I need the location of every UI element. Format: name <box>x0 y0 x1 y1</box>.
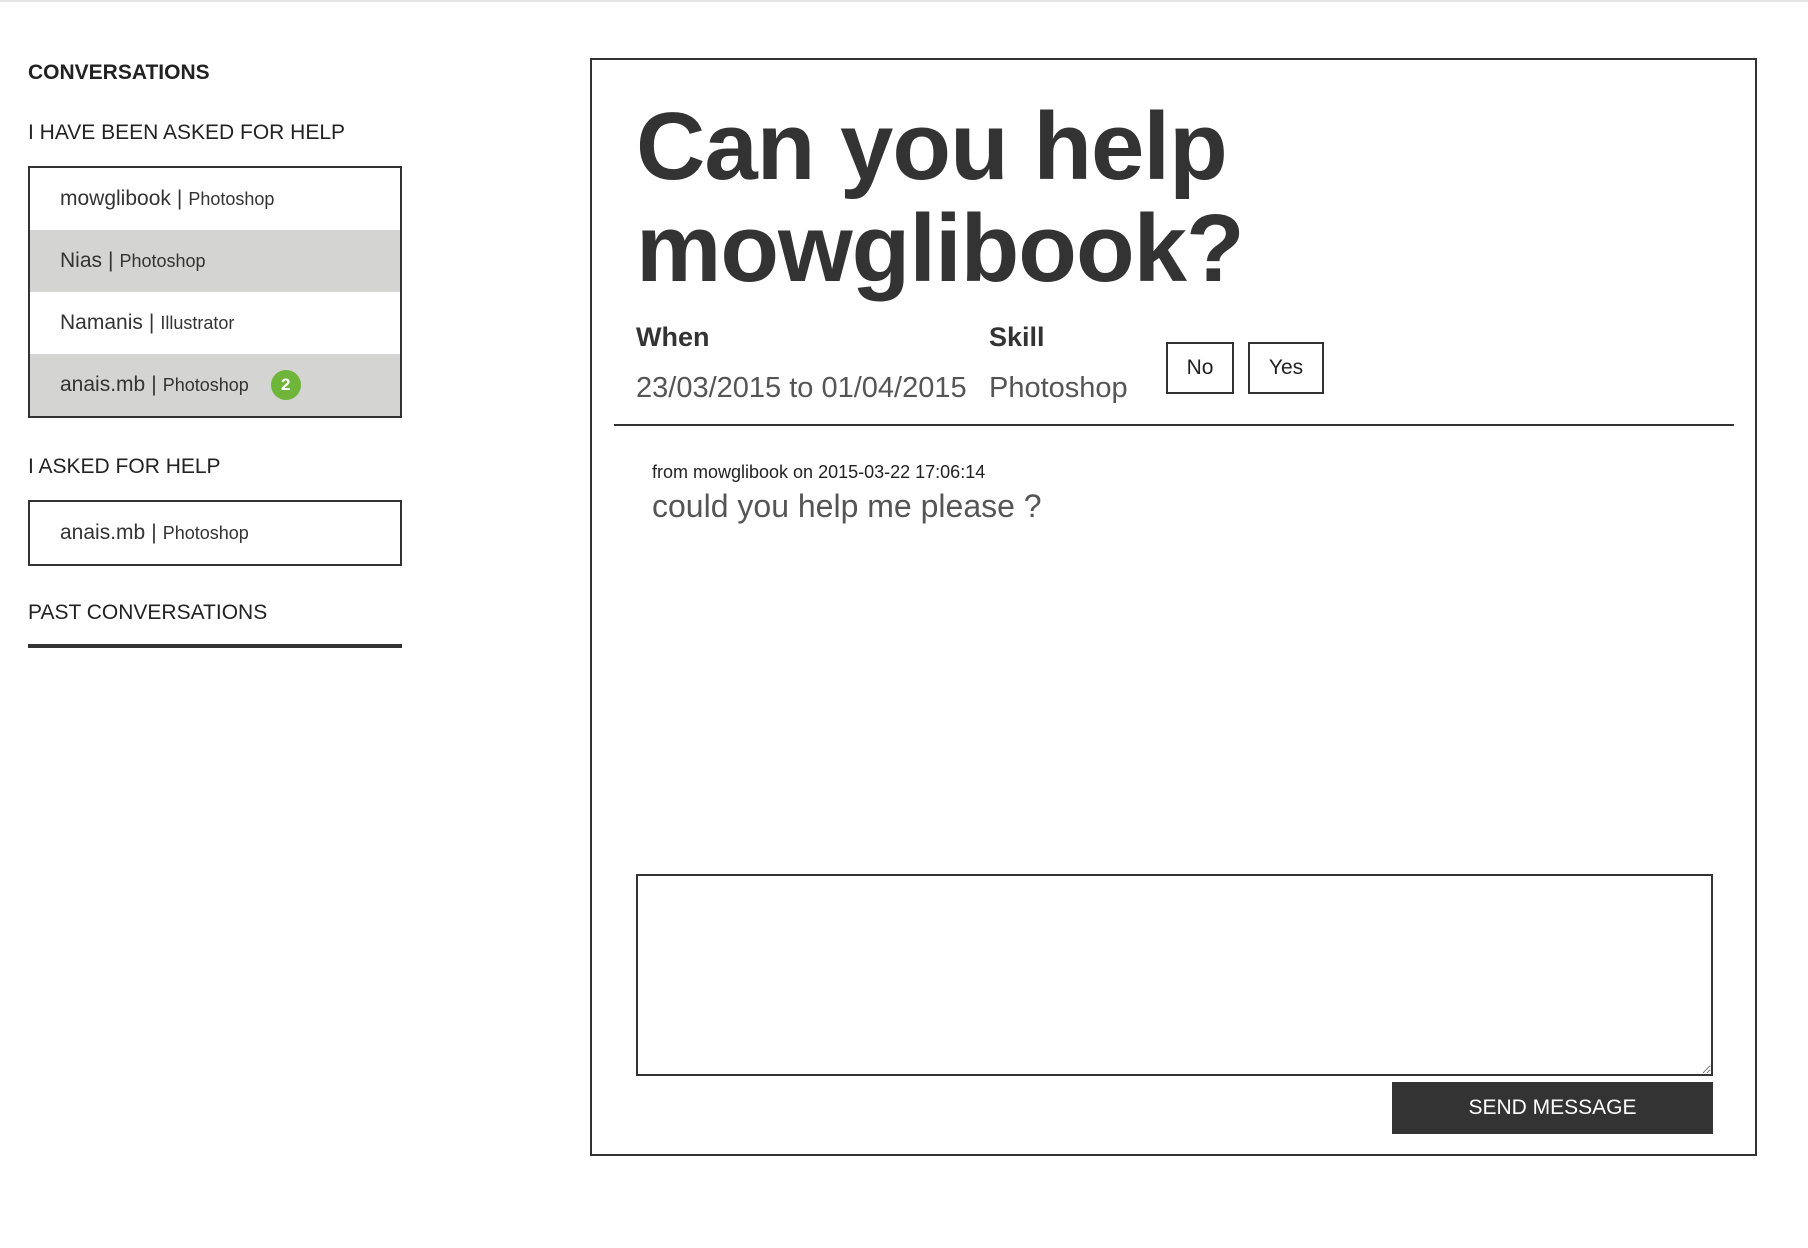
send-message-button[interactable]: SEND MESSAGE <box>1392 1082 1713 1134</box>
when-label: When <box>636 322 710 352</box>
conversation-user: Nias <box>60 249 103 272</box>
sidebar-title: CONVERSATIONS <box>28 61 210 84</box>
no-button[interactable]: No <box>1166 342 1234 394</box>
skill-label: Skill <box>989 322 1045 352</box>
conversation-separator: | <box>151 373 157 396</box>
header-divider <box>614 424 1734 426</box>
skill-value: Photoshop <box>989 372 1128 404</box>
conversation-skill: Photoshop <box>188 188 275 209</box>
top-border <box>0 0 1808 2</box>
conversation-skill: Photoshop <box>119 250 206 271</box>
conversation-separator: | <box>108 249 114 272</box>
conversation-separator: | <box>176 187 183 210</box>
conversation-item-anais-mb-asked[interactable]: anais.mb | Photoshop <box>30 502 400 564</box>
i-asked-list: anais.mb | Photoshop <box>28 500 402 566</box>
conversation-separator: | <box>151 521 157 544</box>
conversation-item-nias[interactable]: Nias | Photoshop <box>30 230 400 292</box>
unread-count-badge: 2 <box>270 370 301 400</box>
conversation-item-anais-mb[interactable]: anais.mb | Photoshop 2 <box>30 354 400 416</box>
asked-me-list: mowglibook | Photoshop Nias | Photoshop … <box>28 166 402 418</box>
i-asked-heading: I ASKED FOR HELP <box>28 455 221 478</box>
message-meta: from mowglibook on 2015-03-22 17:06:14 <box>652 462 986 482</box>
conversation-skill: Illustrator <box>160 312 235 333</box>
conversation-user: Namanis <box>60 311 143 334</box>
page-title: Can you help mowglibook? <box>636 93 1245 302</box>
conversation-separator: | <box>148 311 155 334</box>
yes-button[interactable]: Yes <box>1248 342 1324 394</box>
conversation-user: mowglibook <box>60 187 171 210</box>
conversation-user: anais.mb <box>60 373 146 396</box>
past-conversations-heading[interactable]: PAST CONVERSATIONS <box>28 598 402 628</box>
conversation-item-namanis[interactable]: Namanis | Illustrator <box>30 292 400 354</box>
past-conversations-underline <box>28 644 402 648</box>
when-value: 23/03/2015 to 01/04/2015 <box>636 372 967 404</box>
conversations-sidebar: CONVERSATIONS I HAVE BEEN ASKED FOR HELP… <box>28 58 402 648</box>
asked-me-heading: I HAVE BEEN ASKED FOR HELP <box>28 121 346 144</box>
conversation-panel: Can you help mowglibook? When 23/03/2015… <box>590 58 1757 1156</box>
conversation-skill: Photoshop <box>162 522 249 543</box>
conversation-user: anais.mb <box>60 521 146 544</box>
conversation-skill: Photoshop <box>162 374 249 395</box>
message-text: could you help me please ? <box>652 488 1042 524</box>
conversation-item-mowglibook[interactable]: mowglibook | Photoshop <box>30 168 400 230</box>
reply-textarea[interactable] <box>636 874 1713 1076</box>
